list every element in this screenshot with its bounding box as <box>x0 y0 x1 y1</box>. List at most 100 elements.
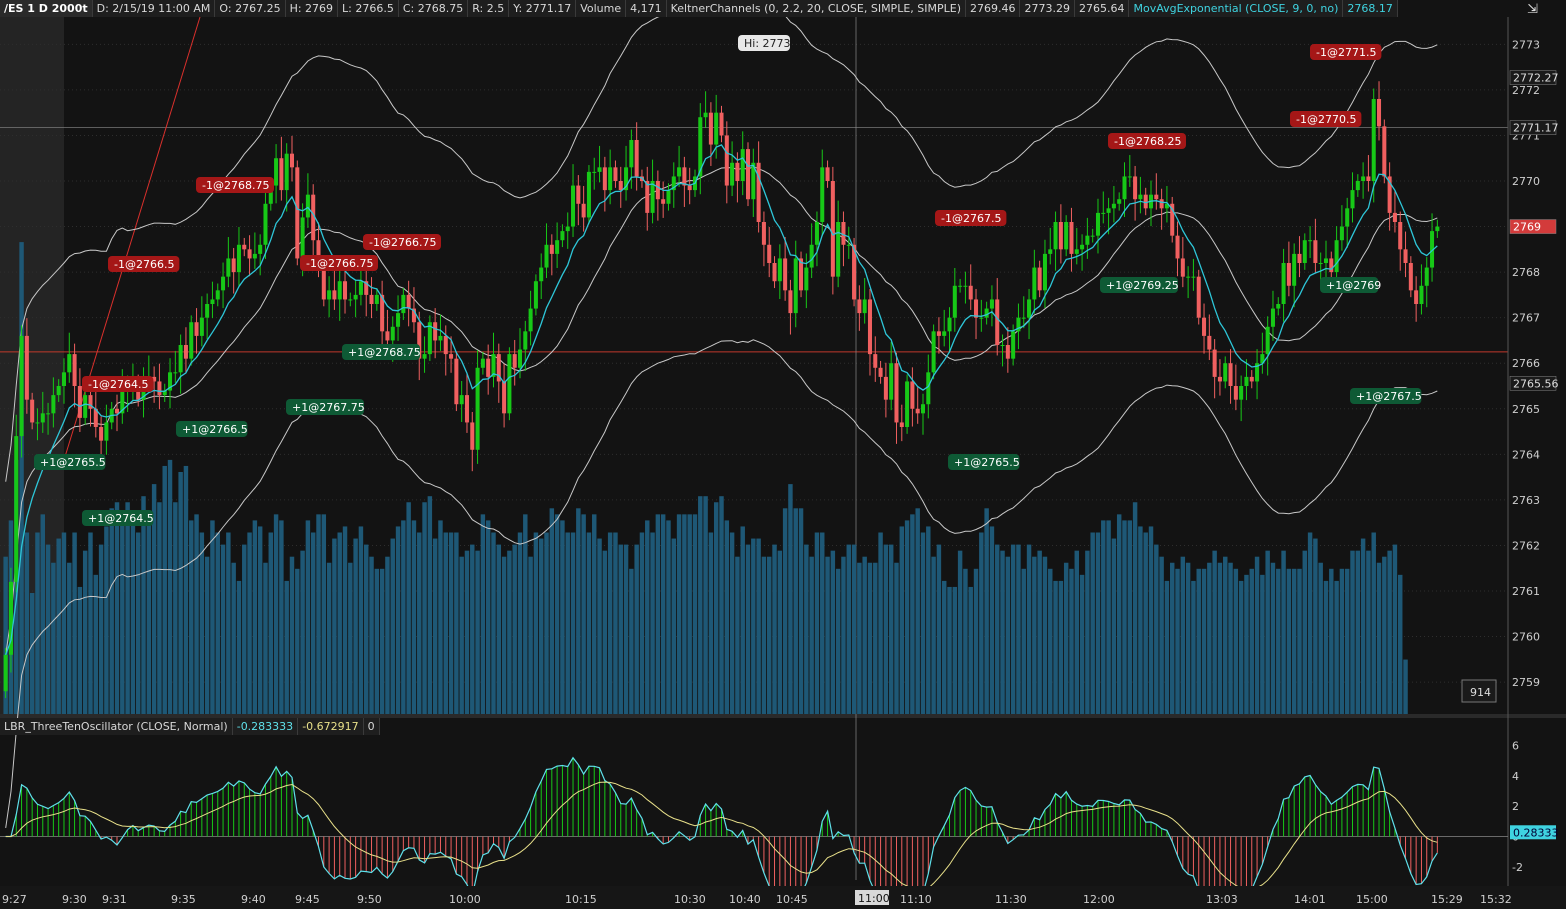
y-label: Y: 2771.17 <box>509 0 577 17</box>
volume-bar <box>51 562 56 714</box>
y-tick-label: 2770 <box>1512 175 1540 188</box>
candle-body <box>1037 267 1042 291</box>
candle-body <box>634 140 639 177</box>
candle-body <box>369 294 374 304</box>
candle-body <box>783 258 788 291</box>
volume-bar <box>645 520 650 714</box>
candle-body <box>1196 276 1201 318</box>
symbol-label[interactable]: /ES 1 D 2000t <box>0 0 93 17</box>
candle-body <box>772 263 777 282</box>
sell-fill-label: -1@2768.25 <box>1114 135 1181 148</box>
keltner-lower-tag: 2765.56 <box>1513 377 1559 390</box>
volume-bar <box>883 544 889 714</box>
candle-body <box>735 162 740 181</box>
candle-body <box>862 299 867 314</box>
volume-bar <box>1360 538 1366 714</box>
y-tick-label: 2760 <box>1512 631 1540 644</box>
price-chart[interactable]: -1@2766.5 -1@2768.75 -1@2764.5 -1@2766.75 -1… <box>0 0 1566 909</box>
volume-bar <box>1297 568 1302 714</box>
volume-bar <box>947 586 952 714</box>
oscillator-study-label[interactable]: LBR_ThreeTenOscillator (CLOSE, Normal) <box>0 718 233 735</box>
volume-bar <box>1148 526 1154 714</box>
y-tick-label: 2763 <box>1512 494 1540 507</box>
settings-arrows-icon[interactable]: ⇲ <box>1527 2 1538 17</box>
volume-bar <box>952 586 958 714</box>
candle-body <box>1233 386 1238 400</box>
candle-body <box>793 258 798 314</box>
candle-body <box>730 162 735 186</box>
date-label: D: 2/15/19 11:00 AM <box>92 0 216 17</box>
volume-bar <box>639 532 645 714</box>
volume-bar <box>984 508 989 714</box>
volume-bar <box>1095 532 1101 714</box>
candle-body <box>1000 345 1005 346</box>
volume-bar <box>1048 568 1053 714</box>
volume-bar <box>353 538 358 714</box>
candle-body <box>571 185 576 227</box>
x-tick-label: 9:31 <box>102 893 127 906</box>
volume-bar <box>348 562 353 714</box>
volume-bar <box>968 586 973 714</box>
volume-bar <box>189 520 194 714</box>
candle-body <box>687 185 692 191</box>
volume-bar <box>936 544 942 714</box>
volume-bar <box>1201 568 1207 714</box>
volume-bar <box>1016 544 1021 714</box>
candle-body <box>1064 222 1069 250</box>
volume-bar <box>480 514 486 714</box>
volume-bar <box>618 544 623 714</box>
candle-body <box>221 276 226 291</box>
candle-body <box>247 249 252 259</box>
candle-body <box>30 399 35 423</box>
candle-body <box>205 304 210 318</box>
volume-bar <box>247 532 252 714</box>
volume-bar <box>374 568 380 714</box>
keltner-study-label[interactable]: KeltnerChannels (0, 2.2, 20, CLOSE, SIMP… <box>666 0 966 17</box>
volume-bar <box>310 532 316 714</box>
volume-bar <box>300 550 305 714</box>
volume-bar <box>98 544 104 714</box>
volume-study-label[interactable]: Volume <box>576 0 627 17</box>
candle-body <box>470 422 475 450</box>
volume-bar <box>745 544 751 714</box>
candle-body <box>952 285 957 318</box>
candle-body <box>83 395 88 418</box>
candle-body <box>1191 276 1196 278</box>
candle-body <box>24 335 29 400</box>
candle-body <box>1339 226 1344 241</box>
candle-body <box>401 294 406 314</box>
volume-bar <box>295 568 300 714</box>
volume-bar <box>199 532 205 714</box>
chart-header: /ES 1 D 2000t D: 2/15/19 11:00 AM O: 276… <box>0 0 1398 17</box>
ema-study-label[interactable]: MovAvgExponential (CLOSE, 9, 0, no) <box>1129 0 1344 17</box>
x-tick-label: 11:30 <box>995 893 1027 906</box>
volume-bar <box>1238 580 1244 714</box>
low-label: L: 2766.5 <box>338 0 399 17</box>
volume-bar <box>1069 568 1074 714</box>
volume-bar <box>326 562 332 714</box>
volume-bar <box>825 556 830 714</box>
candle-body <box>199 317 204 336</box>
crosshair-time-label: 11:00 <box>858 892 890 905</box>
y-tick-label: 2765 <box>1512 403 1540 416</box>
volume-bar <box>1244 574 1249 714</box>
volume-bar <box>671 538 677 714</box>
volume-bar <box>676 514 682 714</box>
candle-body <box>67 354 72 373</box>
candle-body <box>215 290 220 300</box>
candle-body <box>279 158 284 191</box>
volume-bar <box>167 459 173 714</box>
osc-tick-label: 6 <box>1512 740 1519 753</box>
volume-bar <box>1318 562 1323 714</box>
candle-body <box>1286 263 1291 286</box>
volume-bar <box>401 520 406 714</box>
volume-bar <box>544 532 549 714</box>
volume-bar <box>1228 562 1233 714</box>
x-tick-label: 10:00 <box>449 893 481 906</box>
volume-bar <box>67 562 72 714</box>
volume-bar <box>772 544 777 714</box>
volume-bar <box>162 465 167 714</box>
volume-bar <box>459 556 464 714</box>
osc-tick-label: -2 <box>1512 861 1523 874</box>
candle-body <box>433 322 438 341</box>
